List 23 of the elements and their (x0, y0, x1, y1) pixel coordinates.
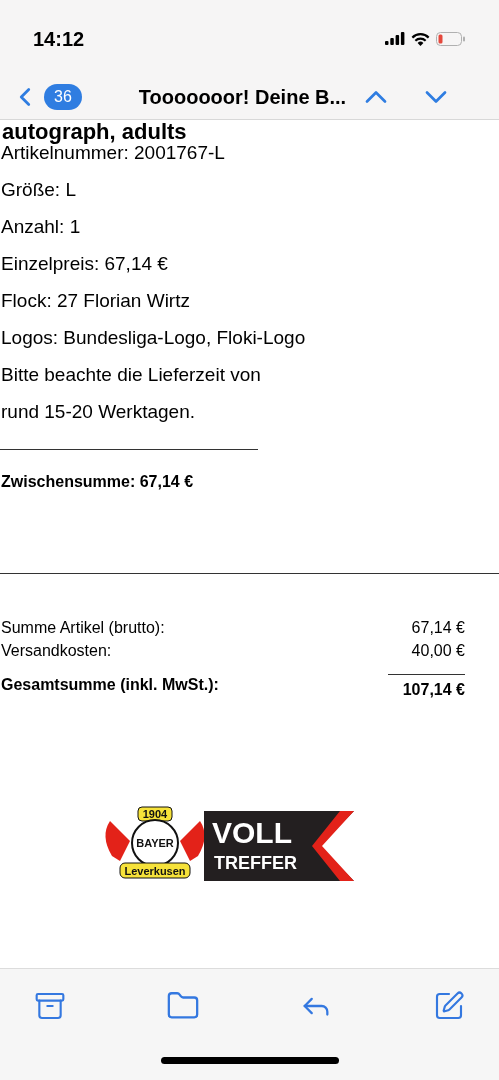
item-detail: Anzahl: 1 (1, 215, 82, 239)
item-detail: Flock: 27 Florian Wirtz (1, 289, 191, 313)
archive-icon[interactable] (34, 990, 66, 1022)
item-detail: rund 15-20 Werktagen. (1, 400, 196, 424)
product-heading: autograph, adults (1, 120, 188, 144)
item-detail: Größe: L (1, 178, 77, 202)
item-detail: Einzelpreis: 67,14 € (1, 252, 169, 276)
item-detail: Logos: Bundesliga-Logo, Floki-Logo (1, 326, 307, 350)
summary-label: Summe Artikel (brutto): (1, 618, 165, 638)
status-time: 14:12 (33, 26, 85, 52)
summary-label: Versandkosten: (1, 641, 112, 661)
subtotal: Zwischensumme: 67,14 € (0, 472, 195, 492)
summary-value: 107,14 € (388, 674, 465, 701)
summary-value: 67,14 € (411, 618, 465, 638)
summary-label: Gesamtsumme (inkl. MwSt.): (1, 675, 219, 695)
email-subject: Tooooooor! Deine B... (138, 85, 347, 110)
item-detail: Bitte beachte die Lieferzeit von (1, 363, 262, 387)
battery-icon (436, 31, 466, 46)
wifi-icon (411, 31, 430, 46)
summary-value: 40,00 € (411, 641, 465, 661)
back-button[interactable]: 36 (10, 82, 82, 112)
signal-icon (385, 32, 405, 45)
unread-count: 36 (44, 84, 82, 110)
